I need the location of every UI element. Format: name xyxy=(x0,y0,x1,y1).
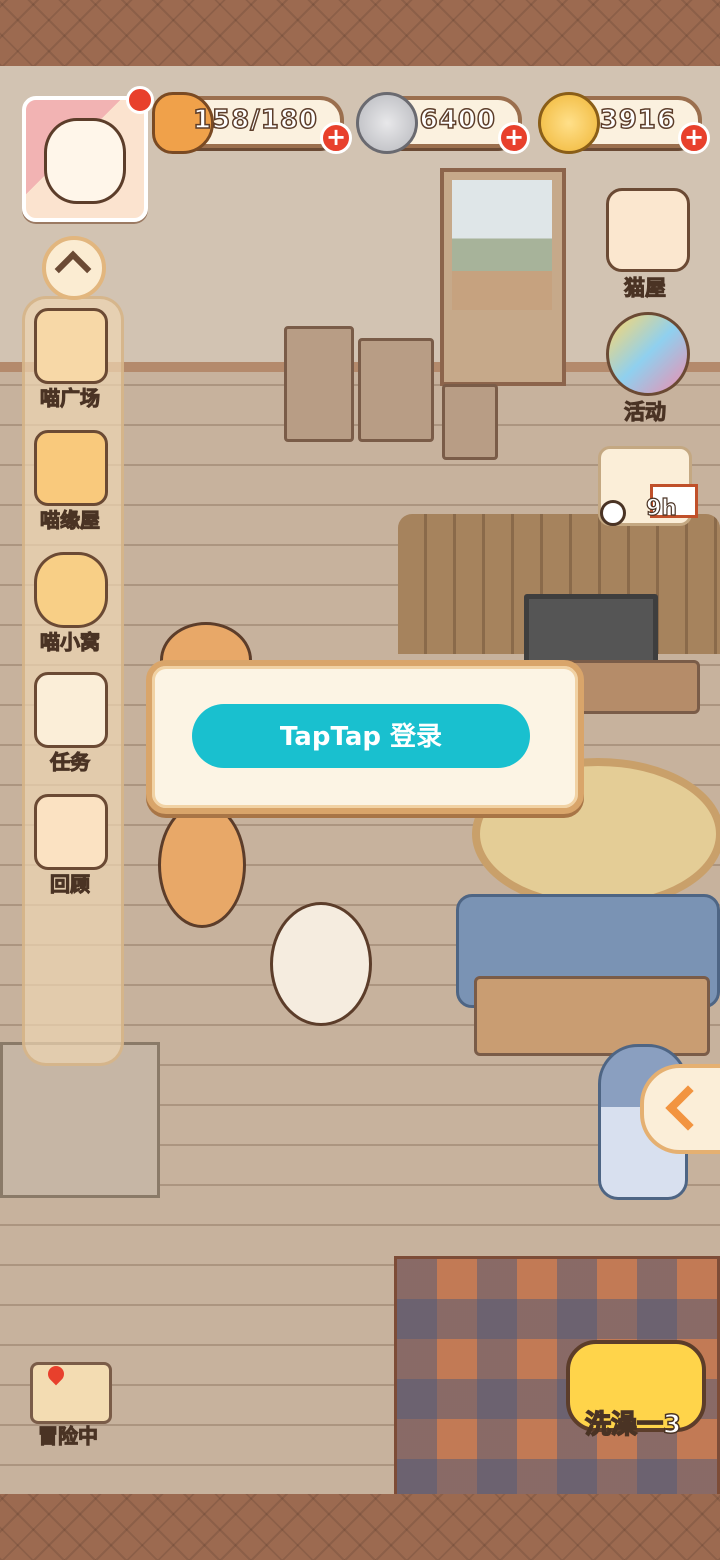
menu-item-paw-house[interactable]: 喵缘屋 xyxy=(26,430,114,540)
orange-cat-with-bag[interactable] xyxy=(158,802,246,928)
add-fish-button[interactable]: + xyxy=(320,122,352,154)
menu-item-plaza[interactable]: 喵广场 xyxy=(26,308,114,418)
chevron-up-icon xyxy=(54,250,92,288)
fish-counter[interactable]: 158/180 + xyxy=(152,92,352,154)
task-list-icon xyxy=(34,672,108,748)
clapperboard-icon xyxy=(34,794,108,870)
door xyxy=(440,168,566,386)
collapse-menu-button[interactable] xyxy=(42,236,106,300)
notification-dot xyxy=(126,86,154,114)
menu-item-tasks[interactable]: 任务 xyxy=(26,672,114,782)
cat-nest-icon xyxy=(34,552,108,628)
menu-item-label: 喵广场 xyxy=(40,386,101,411)
bottom-border xyxy=(0,1494,720,1560)
cat-avatar-icon xyxy=(44,118,126,204)
grey-yarn-value: 6400 xyxy=(419,104,496,136)
add-grey-yarn-button[interactable]: + xyxy=(498,122,530,154)
arrow-left-icon xyxy=(665,1085,711,1131)
white-orange-cat[interactable] xyxy=(270,902,372,1026)
adventure-label: 冒险中 xyxy=(38,1424,99,1449)
balloons-icon xyxy=(606,312,690,396)
top-border xyxy=(0,0,720,66)
clock-icon xyxy=(600,500,626,526)
gold-yarn-counter[interactable]: 3916 + xyxy=(538,92,710,154)
grey-yarn-counter[interactable]: 6400 + xyxy=(356,92,530,154)
taptap-login-button[interactable]: TapTap 登录 xyxy=(192,704,530,768)
expand-side-tab[interactable] xyxy=(640,1064,720,1154)
map-icon xyxy=(30,1362,112,1424)
adventure-button[interactable]: 冒险中 xyxy=(26,1362,112,1449)
paw-house-icon xyxy=(34,430,108,506)
menu-item-label: 任务 xyxy=(50,750,91,775)
player-avatar[interactable] xyxy=(22,96,148,222)
bath-minigame-label: 洗澡一3 xyxy=(584,1409,682,1441)
coffee-table xyxy=(474,976,710,1056)
menu-item-label: 喵小窝 xyxy=(40,630,101,655)
cat-house-label: 猫屋 xyxy=(624,276,667,301)
events-label: 活动 xyxy=(624,400,667,425)
grey-yarn-icon xyxy=(356,92,418,154)
fish-value: 158/180 xyxy=(192,104,318,136)
cardboard-box xyxy=(442,384,498,460)
cardboard-box xyxy=(284,326,354,442)
door-window xyxy=(452,180,552,310)
menu-item-review[interactable]: 回顾 xyxy=(26,794,114,904)
menu-item-label: 喵缘屋 xyxy=(40,508,101,533)
gold-yarn-value: 3916 xyxy=(599,104,676,136)
gold-yarn-icon xyxy=(538,92,600,154)
menu-item-cat-nest[interactable]: 喵小窝 xyxy=(26,552,114,662)
plaza-icon xyxy=(34,308,108,384)
timer-text: 9h xyxy=(645,495,677,521)
login-dialog: TapTap 登录 xyxy=(146,660,584,814)
menu-item-label: 回顾 xyxy=(50,872,91,897)
cat-house-icon xyxy=(606,188,690,272)
add-gold-yarn-button[interactable]: + xyxy=(678,122,710,154)
cardboard-box xyxy=(358,338,434,442)
